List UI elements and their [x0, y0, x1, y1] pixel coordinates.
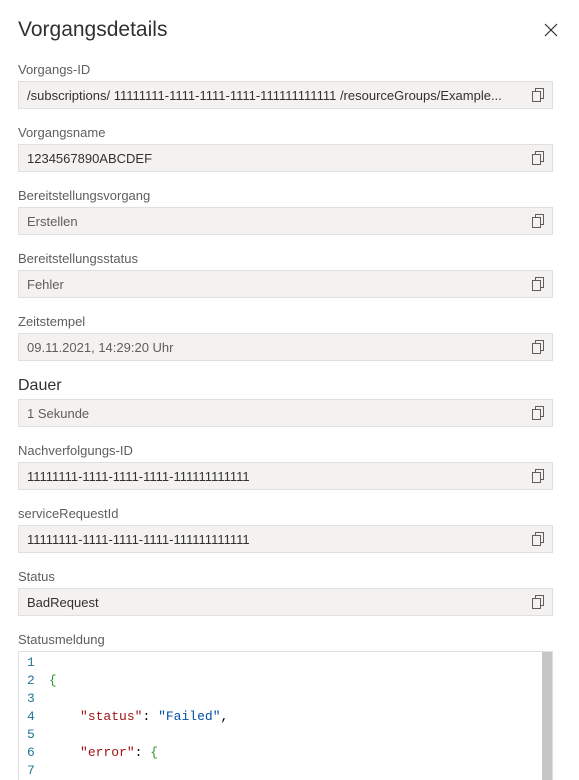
copy-icon[interactable]	[530, 405, 546, 421]
field-value: 1234567890ABCDEF	[27, 151, 524, 166]
field-box: Erstellen	[18, 207, 553, 235]
code-scrollbar[interactable]	[542, 652, 552, 780]
field-box: 1234567890ABCDEF	[18, 144, 553, 172]
line-number: 3	[27, 690, 35, 708]
line-number: 5	[27, 726, 35, 744]
code-gutter: 1 2 3 4 5 6 7	[19, 652, 45, 780]
field-statusmeldung: Statusmeldung 1 2 3 4 5 6 7 { "status": …	[18, 632, 553, 780]
field-box: 11111111-1111-1111-1111-111111111111	[18, 525, 553, 553]
field-service-request-id: serviceRequestId 11111111-1111-1111-1111…	[18, 506, 553, 553]
field-box: 09.11.2021, 14:29:20 Uhr	[18, 333, 553, 361]
field-value: Erstellen	[27, 214, 524, 229]
field-zeitstempel: Zeitstempel 09.11.2021, 14:29:20 Uhr	[18, 314, 553, 361]
field-label: Statusmeldung	[18, 632, 553, 647]
field-box: Fehler	[18, 270, 553, 298]
field-value: 09.11.2021, 14:29:20 Uhr	[27, 340, 524, 355]
field-value: BadRequest	[27, 595, 524, 610]
field-value: Fehler	[27, 277, 524, 292]
copy-icon[interactable]	[530, 87, 546, 103]
field-label: serviceRequestId	[18, 506, 553, 521]
field-nachverfolgungs-id: Nachverfolgungs-ID 11111111-1111-1111-11…	[18, 443, 553, 490]
line-number: 4	[27, 708, 35, 726]
copy-icon[interactable]	[530, 276, 546, 292]
copy-icon[interactable]	[530, 468, 546, 484]
line-number: 6	[27, 744, 35, 762]
field-bereitstellungsvorgang: Bereitstellungsvorgang Erstellen	[18, 188, 553, 235]
field-label: Zeitstempel	[18, 314, 553, 329]
field-box: 1 Sekunde	[18, 399, 553, 427]
field-label: Bereitstellungsstatus	[18, 251, 553, 266]
copy-icon[interactable]	[530, 531, 546, 547]
field-label: Vorgangs-ID	[18, 62, 553, 77]
line-number: 1	[27, 654, 35, 672]
copy-icon[interactable]	[530, 150, 546, 166]
field-status: Status BadRequest	[18, 569, 553, 616]
copy-icon[interactable]	[530, 594, 546, 610]
field-label: Nachverfolgungs-ID	[18, 443, 553, 458]
field-label: Vorgangsname	[18, 125, 553, 140]
panel-title: Vorgangsdetails	[18, 18, 167, 42]
field-dauer: Dauer 1 Sekunde	[18, 377, 553, 427]
field-vorgangs-id: Vorgangs-ID /subscriptions/ 11111111-111…	[18, 62, 553, 109]
field-label: Dauer	[18, 377, 553, 395]
line-number: 7	[27, 762, 35, 780]
field-label: Status	[18, 569, 553, 584]
field-value: 11111111-1111-1111-1111-111111111111	[27, 532, 524, 547]
close-icon	[544, 23, 558, 37]
field-vorgangsname: Vorgangsname 1234567890ABCDEF	[18, 125, 553, 172]
copy-icon[interactable]	[530, 339, 546, 355]
panel-content[interactable]: Vorgangs-ID /subscriptions/ 11111111-111…	[18, 62, 561, 780]
json-status: "Failed"	[158, 709, 220, 724]
field-box: /subscriptions/ 11111111-1111-1111-1111-…	[18, 81, 553, 109]
code-body: { "status": "Failed", "error": { "code":…	[45, 652, 552, 780]
copy-icon[interactable]	[530, 213, 546, 229]
line-number: 2	[27, 672, 35, 690]
operation-details-panel: Vorgangsdetails Vorgangs-ID /subscriptio…	[0, 0, 579, 780]
field-value: 11111111-1111-1111-1111-111111111111	[27, 469, 524, 484]
field-value: 1 Sekunde	[27, 406, 524, 421]
code-editor[interactable]: 1 2 3 4 5 6 7 { "status": "Failed", "err…	[18, 651, 553, 780]
field-box: 11111111-1111-1111-1111-111111111111	[18, 462, 553, 490]
field-box: BadRequest	[18, 588, 553, 616]
field-value: /subscriptions/ 11111111-1111-1111-1111-…	[27, 88, 524, 103]
field-label: Bereitstellungsvorgang	[18, 188, 553, 203]
panel-header: Vorgangsdetails	[18, 18, 561, 42]
field-bereitstellungsstatus: Bereitstellungsstatus Fehler	[18, 251, 553, 298]
close-button[interactable]	[541, 20, 561, 40]
